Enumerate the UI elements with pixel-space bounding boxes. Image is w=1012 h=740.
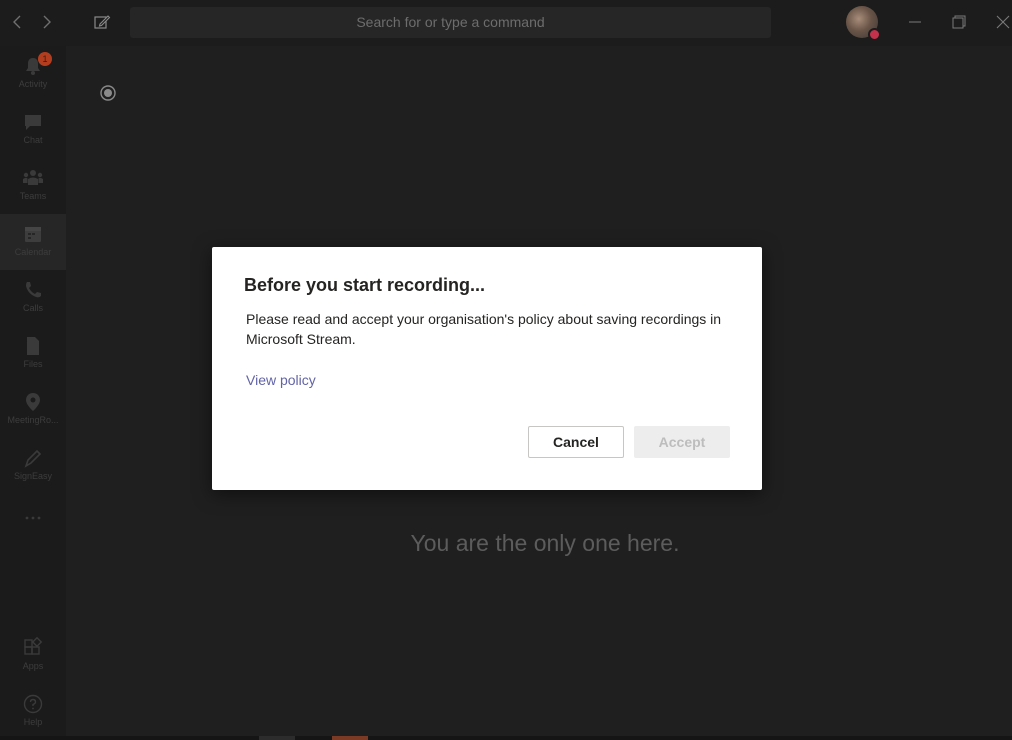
rail-item-meetingrooms[interactable]: MeetingRo... (0, 382, 66, 438)
taskbar-item[interactable] (259, 736, 295, 740)
accept-button[interactable]: Accept (634, 426, 730, 458)
search-input[interactable]: Search for or type a command (130, 7, 771, 38)
pen-icon (24, 449, 42, 468)
title-bar: Search for or type a command (0, 0, 1012, 46)
recording-policy-dialog: Before you start recording... Please rea… (212, 247, 762, 490)
rail-item-more[interactable] (0, 494, 66, 550)
help-icon (23, 694, 43, 714)
rail-item-chat[interactable]: Chat (0, 102, 66, 158)
calendar-icon (25, 227, 41, 242)
file-icon (27, 337, 39, 355)
rail-item-label: Chat (23, 135, 43, 145)
more-icon (25, 516, 41, 520)
rail-item-label: SignEasy (13, 471, 53, 481)
chevron-right-icon[interactable] (36, 12, 56, 32)
apps-icon (24, 636, 43, 655)
rail-item-label: Activity (18, 79, 48, 89)
rail-item-teams[interactable]: Teams (0, 158, 66, 214)
rail-item-label: Calendar (14, 247, 52, 257)
rail-item-calendar[interactable]: Calendar (0, 214, 66, 270)
taskbar-item-active[interactable] (332, 736, 368, 740)
rail-item-label: Help (23, 717, 43, 727)
location-pin-icon (26, 393, 40, 411)
minimize-icon[interactable] (905, 12, 925, 32)
presence-status-icon (868, 28, 881, 41)
view-policy-link[interactable]: View policy (246, 372, 316, 388)
chat-icon (25, 115, 41, 130)
chevron-left-icon[interactable] (8, 12, 28, 32)
rail-item-calls[interactable]: Calls (0, 270, 66, 326)
rail-item-help[interactable]: Help (0, 684, 66, 740)
rail-item-label: Calls (22, 303, 43, 313)
restore-icon[interactable] (949, 12, 969, 32)
rail-item-label: MeetingRo... (7, 415, 59, 425)
activity-badge: 1 (38, 52, 52, 66)
rail-item-label: Apps (22, 661, 44, 671)
close-icon[interactable] (993, 12, 1012, 32)
dialog-title: Before you start recording... (244, 275, 486, 295)
rail-item-files[interactable]: Files (0, 326, 66, 382)
teams-icon (23, 170, 43, 185)
app-rail: 1 Activity Chat Teams Calendar Calls Fil… (0, 46, 66, 740)
only-one-here-message: You are the only one here. (410, 530, 680, 556)
recording-indicator-icon (99, 84, 117, 102)
rail-item-apps[interactable]: Apps (0, 628, 66, 684)
dialog-body-text: Please read and accept your organisation… (246, 311, 722, 347)
taskbar-strip (0, 736, 1012, 740)
rail-item-label: Teams (19, 191, 47, 201)
rail-item-label: Files (23, 359, 43, 369)
avatar[interactable] (846, 6, 881, 41)
compose-icon[interactable] (92, 12, 112, 32)
rail-item-activity[interactable]: 1 Activity (0, 46, 66, 102)
cancel-button[interactable]: Cancel (528, 426, 624, 458)
phone-icon (26, 282, 41, 298)
rail-item-signeasy[interactable]: SignEasy (0, 438, 66, 494)
